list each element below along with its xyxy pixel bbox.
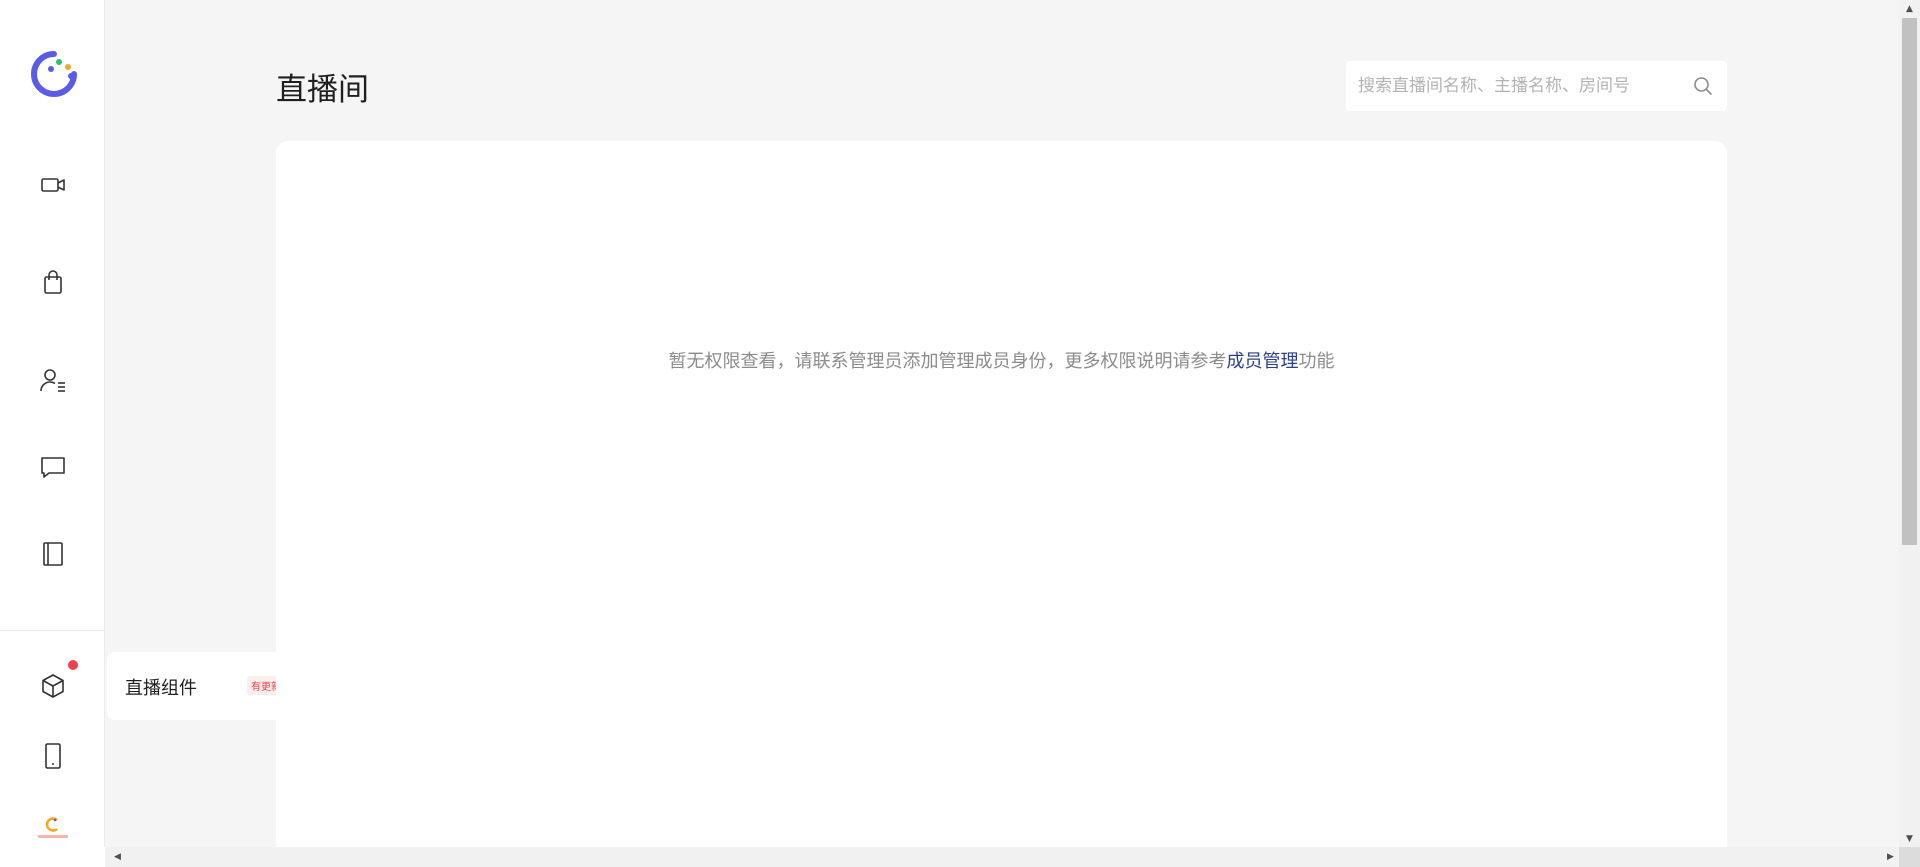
page-title: 直播间 (276, 72, 369, 108)
flyout-label: 直播组件 (125, 678, 197, 699)
book-icon (43, 542, 63, 566)
live-components-flyout[interactable]: 直播组件 有更新 (107, 652, 285, 720)
tablet-icon (45, 743, 61, 769)
search-box (1346, 61, 1727, 111)
message-icon (41, 457, 65, 478)
nav-products[interactable] (37, 266, 69, 298)
brand-logo-icon (38, 817, 68, 838)
nav-members[interactable] (37, 364, 69, 396)
scroll-down-arrow-icon[interactable]: ▼ (1899, 830, 1920, 847)
cube-icon (42, 674, 64, 698)
vertical-scrollbar[interactable]: ▲ ▼ (1899, 0, 1920, 847)
app-root: 直播组件 有更新 直播间 暂无权限查看，请联系管理员添加管理成员身份，更多权限说… (0, 0, 1920, 867)
search-icon[interactable] (1693, 76, 1713, 96)
member-management-link[interactable]: 成员管理 (1227, 351, 1299, 372)
sidebar-bottom (0, 847, 105, 867)
horizontal-scrollbar[interactable]: ◀ ▶ (105, 847, 1899, 867)
sidebar-divider (0, 630, 105, 631)
video-camera-icon (41, 178, 65, 192)
no-permission-suffix: 功能 (1298, 351, 1335, 372)
nav-messages[interactable] (37, 451, 69, 483)
shopping-bag-icon (44, 270, 62, 294)
no-permission-text: 暂无权限查看，请联系管理员添加管理成员身份，更多权限说明请参考 (668, 351, 1227, 372)
app-logo[interactable] (28, 48, 80, 100)
nav-live-rooms[interactable] (37, 169, 69, 201)
nav-live-components[interactable] (37, 670, 69, 702)
vertical-scroll-thumb[interactable] (1902, 18, 1917, 545)
brand-mini-logo[interactable] (36, 814, 70, 842)
content-card: 暂无权限查看，请联系管理员添加管理成员身份，更多权限说明请参考成员管理功能 (276, 141, 1727, 847)
nav-mobile[interactable] (37, 740, 69, 772)
scroll-up-arrow-icon[interactable]: ▲ (1899, 0, 1920, 17)
scroll-left-arrow-icon[interactable]: ◀ (109, 847, 126, 867)
user-list-icon (40, 369, 65, 392)
search-input[interactable] (1358, 73, 1678, 99)
nav-docs[interactable] (37, 538, 69, 570)
scrollbar-corner (1899, 847, 1920, 867)
scroll-right-arrow-icon[interactable]: ▶ (1882, 847, 1899, 867)
update-dot (68, 660, 78, 670)
no-permission-message: 暂无权限查看，请联系管理员添加管理成员身份，更多权限说明请参考成员管理功能 (276, 347, 1727, 373)
sidebar (0, 0, 105, 847)
logo-icon (31, 51, 77, 97)
